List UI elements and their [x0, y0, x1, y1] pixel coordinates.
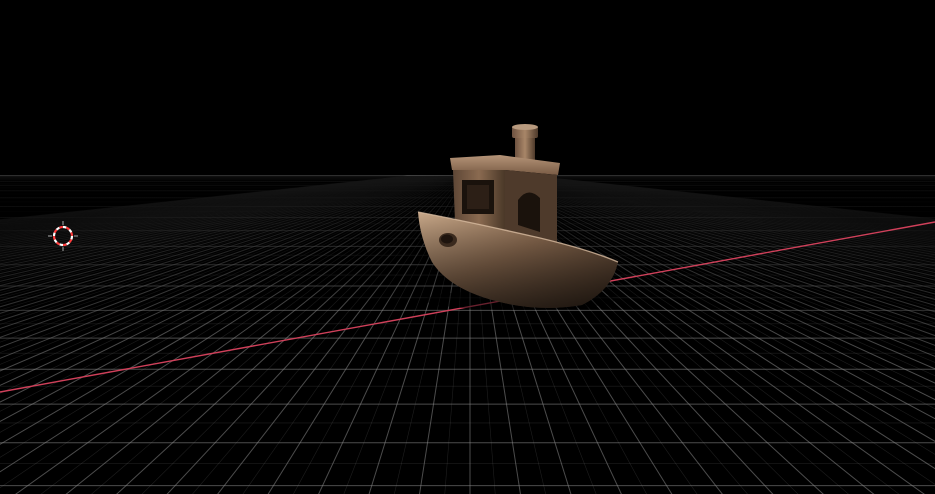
boat-chimney-top [512, 124, 538, 130]
boat-porthole-inner [441, 234, 453, 244]
3d-viewport[interactable] [0, 0, 935, 494]
boat-cabin-window-inner [467, 185, 489, 209]
viewport-canvas[interactable] [0, 0, 935, 494]
